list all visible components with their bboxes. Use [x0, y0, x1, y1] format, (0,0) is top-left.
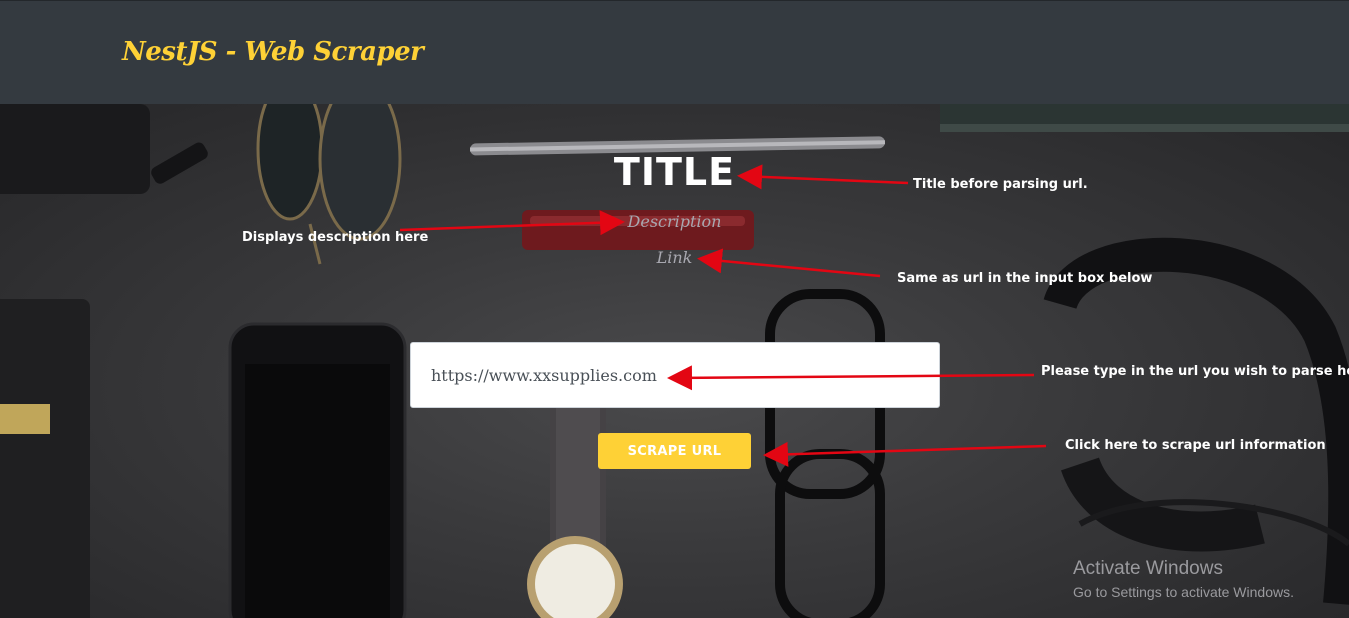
scrape-url-button[interactable]: SCRAPE URL — [598, 433, 751, 469]
title-annotation: Title before parsing url. — [913, 177, 1088, 192]
result-link[interactable]: Link — [0, 248, 1349, 267]
brand-link[interactable]: NestJS - Web Scraper — [122, 37, 424, 67]
url-input[interactable] — [410, 342, 940, 408]
description-annotation: Displays description here — [242, 230, 429, 245]
navbar: NestJS - Web Scraper — [0, 0, 1349, 104]
button-annotation: Click here to scrape url information — [1065, 438, 1326, 453]
activation-watermark-title: Activate Windows — [1073, 558, 1223, 579]
activation-watermark-subtitle: Go to Settings to activate Windows. — [1073, 584, 1294, 600]
description-text: Description — [627, 212, 722, 231]
input-annotation: Please type in the url you wish to parse… — [1041, 364, 1349, 379]
link-annotation: Same as url in the input box below — [897, 271, 1153, 286]
page-title: TITLE — [613, 150, 736, 194]
